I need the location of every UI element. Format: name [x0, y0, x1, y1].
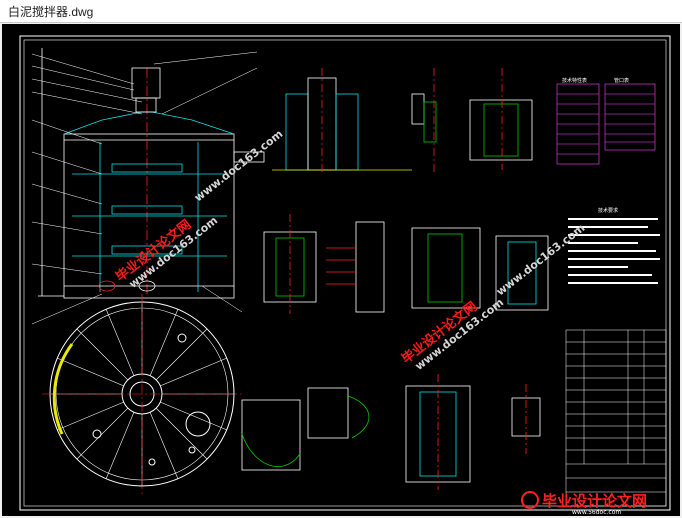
table-header-right: 管口表: [614, 77, 629, 84]
detail-views-middle: [263, 214, 549, 314]
window-title: 白泥搅拌器.dwg: [8, 5, 94, 19]
banner-url: www.56doc.com: [572, 509, 621, 516]
tank-plan-view: [42, 294, 242, 494]
detail-views-lower: [241, 374, 541, 490]
tank-elevation-view: [31, 48, 265, 325]
banner-text: 毕业设计论文网: [542, 492, 647, 510]
notes-header: 技术要求: [598, 207, 618, 214]
watermark-3: 毕业设计论文网 www.doc163.com: [399, 296, 507, 373]
cad-drawing: 技术特性表 管口表 技术要求 毕业设计论文网 www.doc163.com ww…: [19, 35, 671, 516]
table-header-left: 技术特性表: [562, 77, 587, 84]
spec-tables: 技术特性表 管口表: [556, 77, 656, 165]
banner-logo-icon: [521, 491, 539, 509]
cad-viewport[interactable]: 技术特性表 管口表 技术要求 毕业设计论文网 www.doc163.com ww…: [2, 24, 680, 516]
site-banner: 毕业设计论文网 www.56doc.com: [521, 491, 647, 516]
technical-notes: 技术要求: [568, 207, 660, 284]
detail-views-upper: [272, 68, 533, 174]
watermark-2-url: www.doc163.com: [192, 127, 286, 204]
watermark-2: www.doc163.com: [192, 127, 286, 204]
parts-list: [565, 329, 667, 507]
title-bar: 白泥搅拌器.dwg: [0, 0, 682, 23]
